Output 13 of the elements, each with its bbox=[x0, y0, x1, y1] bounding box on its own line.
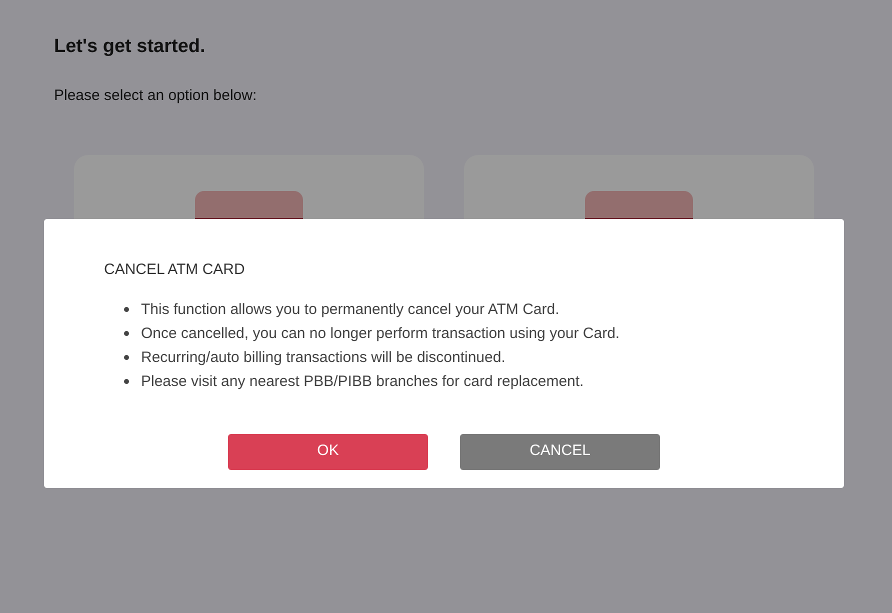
bullet-text: Please visit any nearest PBB/PIBB branches for card replacement. bbox=[141, 372, 584, 392]
cancel-button[interactable]: CANCEL bbox=[460, 434, 660, 470]
page-subtitle: Please select an option below: bbox=[54, 86, 258, 106]
dialog-title: CANCEL ATM CARD bbox=[104, 260, 246, 280]
bullet-icon bbox=[124, 379, 129, 384]
bullet-icon bbox=[124, 355, 129, 360]
ok-button[interactable]: OK bbox=[228, 434, 428, 470]
bullet-text: Recurring/auto billing transactions will be discontinued. bbox=[141, 348, 506, 368]
bullet-text: This function allows you to permanently cancel your ATM Card. bbox=[141, 300, 560, 320]
bullet-icon bbox=[124, 331, 129, 336]
bullet-icon bbox=[124, 307, 129, 312]
page-title: Let's get started. bbox=[54, 36, 206, 59]
bullet-text: Once cancelled, you can no longer perform transaction using your Card. bbox=[141, 324, 620, 344]
